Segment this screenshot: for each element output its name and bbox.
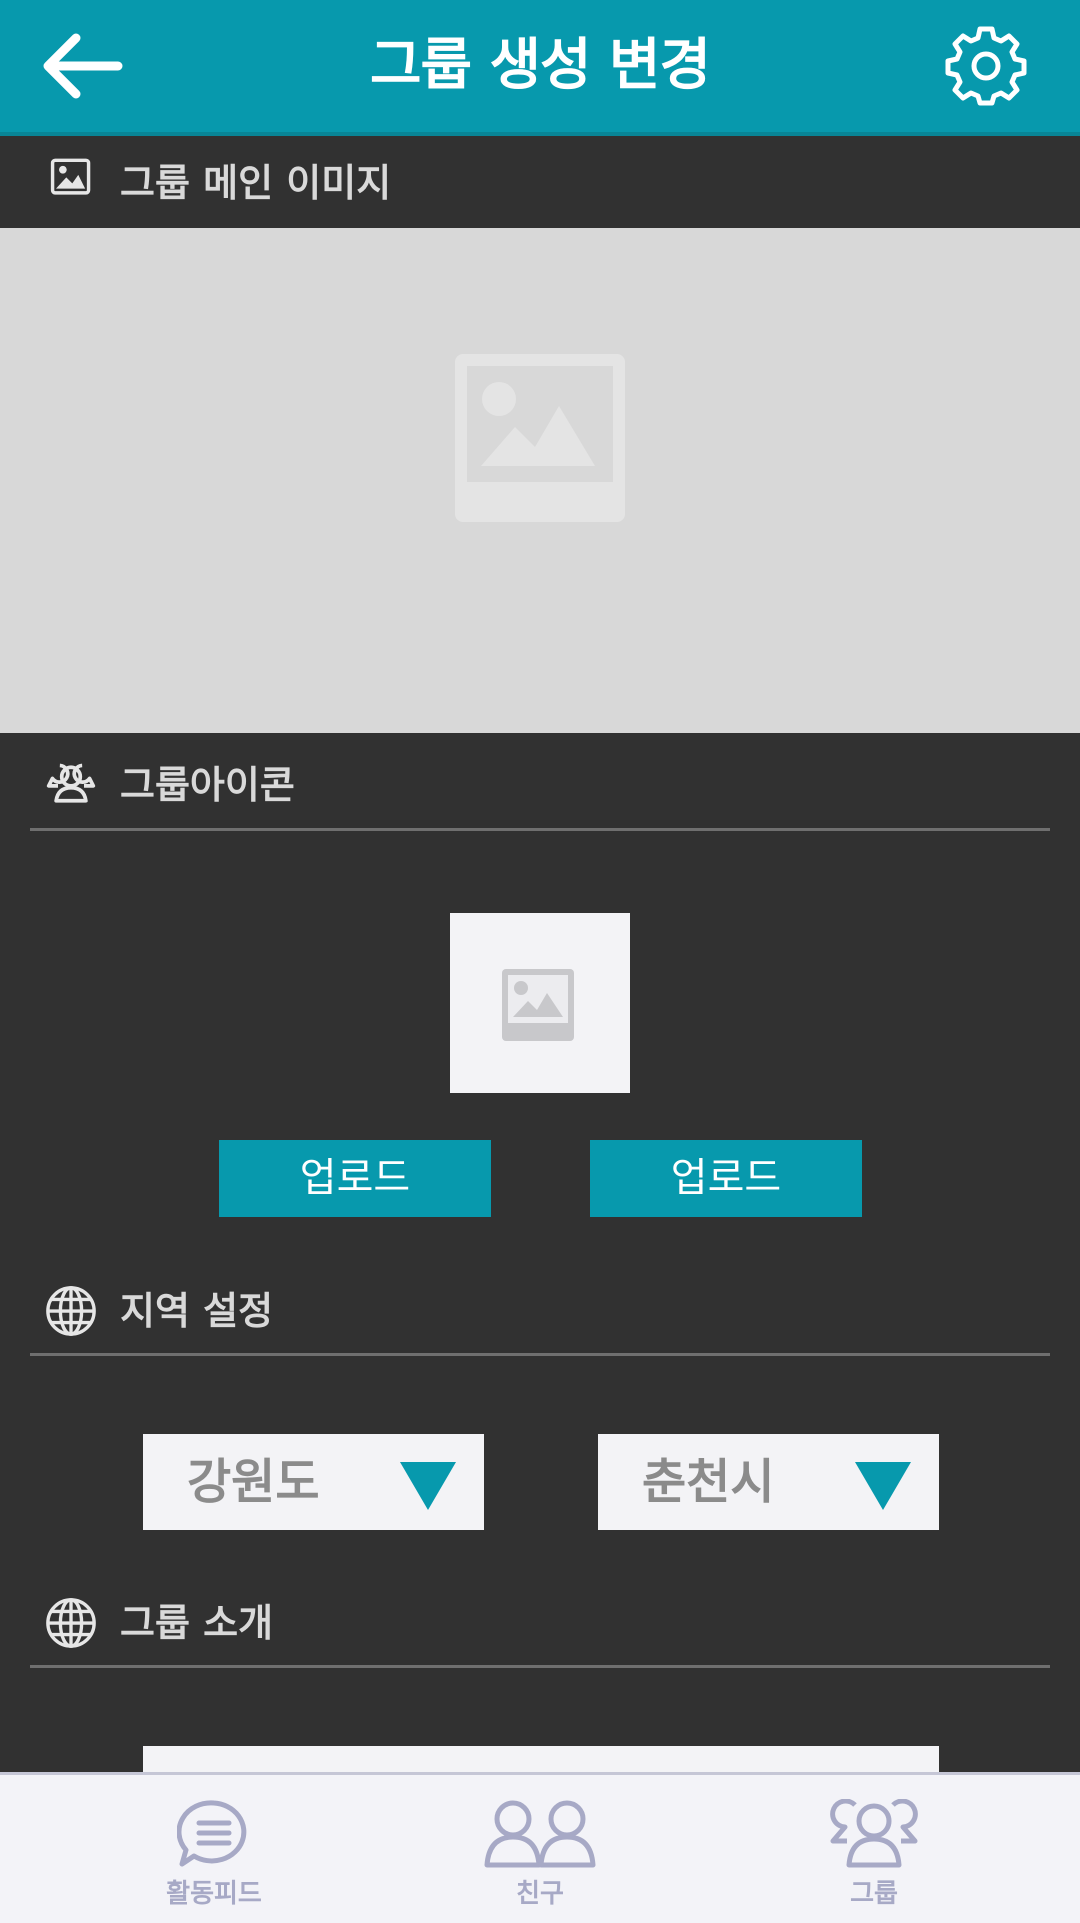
back-button[interactable] [36, 26, 126, 106]
group-icon [830, 1799, 918, 1868]
bottom-navigation: 활동피드 친구 그룹 [0, 1772, 1080, 1923]
image-placeholder-icon [455, 354, 625, 522]
upload-button[interactable]: 업로드 [590, 1140, 862, 1217]
app-header: 그룹 생성 변경 [0, 0, 1080, 136]
upload-button[interactable]: 업로드 [219, 1140, 491, 1217]
divider [30, 828, 1050, 831]
city-select[interactable]: 춘천시 [598, 1434, 939, 1530]
image-icon [50, 158, 91, 195]
nav-label: 그룹 [850, 1879, 898, 1909]
dropdown-triangle-icon [855, 1462, 911, 1510]
group-icon [46, 763, 96, 803]
region-label: 지역 설정 [120, 1289, 274, 1333]
intro-label: 그룹 소개 [120, 1601, 274, 1645]
settings-button[interactable] [944, 24, 1028, 108]
friends-icon [484, 1800, 596, 1868]
divider [30, 1353, 1050, 1356]
nav-group[interactable]: 그룹 [774, 1775, 974, 1923]
page-title: 그룹 생성 변경 [369, 33, 711, 98]
dropdown-triangle-icon [400, 1462, 456, 1510]
city-value: 춘천시 [642, 1454, 775, 1510]
group-icon-preview[interactable] [450, 913, 630, 1093]
nav-friends[interactable]: 친구 [440, 1775, 640, 1923]
nav-label: 친구 [516, 1879, 564, 1909]
group-icon-label: 그룹아이콘 [120, 763, 295, 807]
nav-activity-feed[interactable]: 활동피드 [114, 1775, 314, 1923]
main-image-label: 그룹 메인 이미지 [120, 161, 392, 205]
divider [30, 1665, 1050, 1668]
arrow-left-icon [43, 33, 123, 99]
main-image-section-header: 그룹 메인 이미지 [0, 138, 1080, 228]
chat-list-icon [177, 1800, 247, 1867]
region-section-header: 지역 설정 [0, 1266, 1080, 1356]
nav-label: 활동피드 [166, 1879, 262, 1909]
globe-icon [46, 1598, 96, 1648]
main-image-placeholder[interactable] [0, 228, 1080, 733]
gear-icon [945, 26, 1027, 106]
globe-icon [46, 1286, 96, 1336]
province-select[interactable]: 강원도 [143, 1434, 484, 1530]
image-placeholder-icon [502, 969, 574, 1041]
province-value: 강원도 [187, 1454, 320, 1510]
group-icon-section-header: 그룹아이콘 [0, 740, 1080, 830]
intro-section-header: 그룹 소개 [0, 1578, 1080, 1668]
